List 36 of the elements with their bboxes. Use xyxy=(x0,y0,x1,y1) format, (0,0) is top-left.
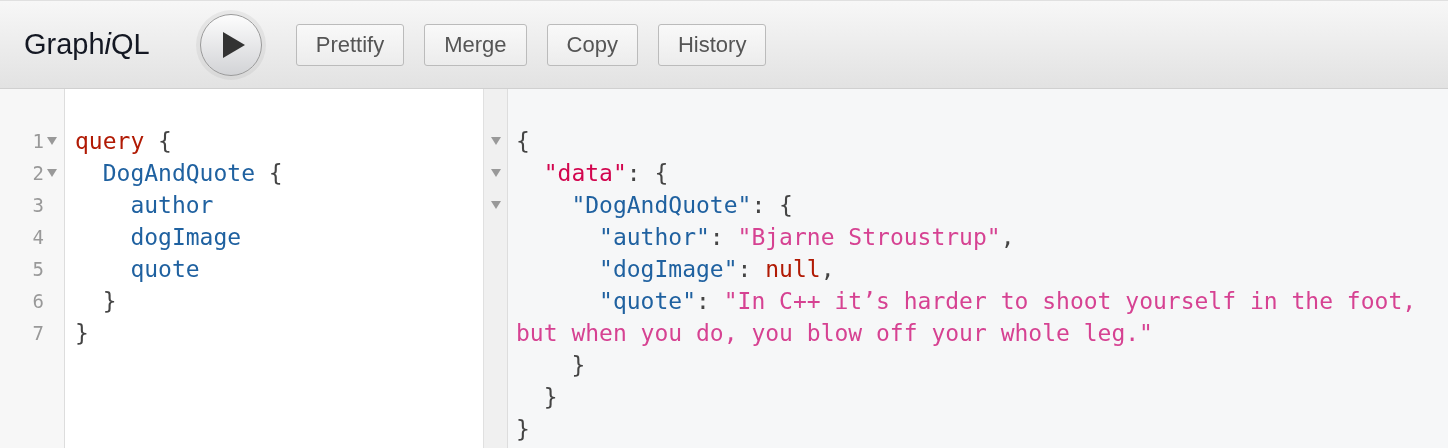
code-line: DogAndQuote { xyxy=(101,159,284,188)
app-title: GraphiQL xyxy=(24,28,150,61)
code-line: { xyxy=(516,127,531,156)
line-number: 1 xyxy=(32,129,44,154)
code-line: "DogAndQuote": { xyxy=(570,191,794,220)
play-icon xyxy=(220,31,245,58)
code-line: } xyxy=(101,287,118,316)
code-line: } xyxy=(516,415,531,444)
fold-arrow-icon[interactable] xyxy=(490,201,501,209)
code-line: "author": "Bjarne Stroustrup", xyxy=(598,223,1016,252)
run-button[interactable] xyxy=(199,13,262,76)
toolbar-button[interactable]: Prettify xyxy=(295,23,405,66)
line-number: 4 xyxy=(32,225,44,250)
fold-arrow-icon[interactable] xyxy=(490,137,501,145)
fold-arrow-icon[interactable] xyxy=(47,169,57,177)
fold-arrow-icon[interactable] xyxy=(47,137,57,145)
code-line: } xyxy=(570,351,587,380)
code-line: dogImage xyxy=(129,223,243,252)
code-line: author xyxy=(129,191,215,220)
line-number: 3 xyxy=(32,193,44,218)
line-number: 6 xyxy=(32,289,44,314)
code-line: query { xyxy=(75,127,173,156)
code-line: } xyxy=(542,383,559,412)
fold-arrow-icon[interactable] xyxy=(490,169,501,177)
code-line: "quote": "In C++ it’s harder to shoot yourself in the foot, but when you do, you blow off your whole leg." xyxy=(516,287,1418,348)
toolbar-button[interactable]: History xyxy=(657,23,767,66)
code-line: quote xyxy=(129,255,201,284)
toolbar-button[interactable]: Merge xyxy=(424,23,527,66)
code-line: } xyxy=(75,319,90,348)
query-editor[interactable]: 1 2 3 4 5 6 7 query { DogAndQuote { author dogImage quote } } xyxy=(0,89,484,448)
line-number: 7 xyxy=(32,321,44,346)
line-number: 2 xyxy=(32,161,44,186)
code-line: "dogImage": null, xyxy=(598,255,836,284)
line-number: 5 xyxy=(32,257,44,282)
toolbar-button[interactable]: Copy xyxy=(546,23,638,66)
code-line: "data": { xyxy=(542,159,670,188)
